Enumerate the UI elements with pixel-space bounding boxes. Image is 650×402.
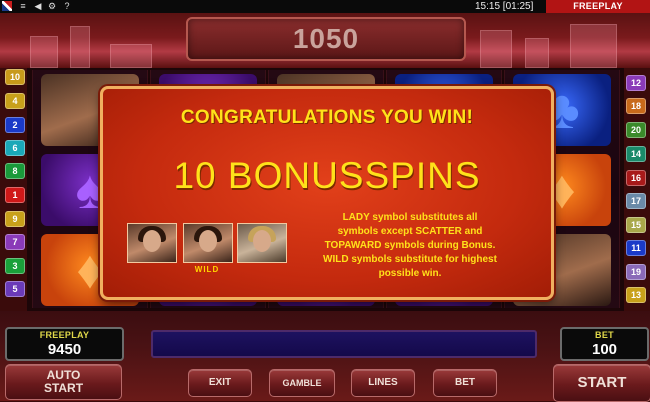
line-badge: 14 (626, 146, 646, 162)
bet-value: 100 (591, 341, 618, 358)
status-bar: ≡ ◀ ⚙ ? 15:15 [01:25] FREEPLAY (0, 0, 650, 13)
credit-value: 9450 (47, 341, 82, 358)
lines-button[interactable]: LINES (351, 369, 415, 397)
building-shape (480, 30, 512, 68)
building-shape (110, 44, 152, 68)
settings-icon[interactable]: ⚙ (47, 1, 57, 11)
uk-flag-icon[interactable] (2, 1, 12, 11)
win-display: 1050 (186, 17, 466, 61)
line-badge: 20 (626, 122, 646, 138)
description-line: LADY symbol substitutes all (342, 212, 478, 223)
bet-button[interactable]: BET (433, 369, 497, 397)
building-shape (70, 26, 90, 68)
win-amount: 1050 (292, 23, 360, 54)
description-line: possible win. (378, 268, 442, 279)
lady-thumbnail-1 (127, 223, 177, 263)
line-badge: 7 (5, 234, 25, 250)
gamble-button[interactable]: GAMBLE (269, 369, 335, 397)
face-shape (253, 230, 271, 252)
line-badge: 8 (5, 163, 25, 179)
credit-panel: FREEPLAY 9450 (5, 327, 124, 361)
speaker-icon[interactable]: ◀ (33, 1, 43, 11)
credit-label: FREEPLAY (39, 330, 90, 340)
building-shape (570, 24, 617, 68)
line-badge: 19 (626, 264, 646, 280)
line-badge: 13 (626, 287, 646, 303)
line-badge: 18 (626, 98, 646, 114)
description-line: WILD symbols substitute for highest (323, 254, 497, 265)
line-badge: 11 (626, 240, 646, 256)
line-badge: 4 (5, 93, 25, 109)
line-badge: 12 (626, 75, 646, 91)
bet-panel: BET 100 (560, 327, 649, 361)
line-badge: 5 (5, 281, 25, 297)
autostart-label-line: START (43, 381, 84, 395)
line-badge: 15 (626, 217, 646, 233)
lady-thumbnail-3 (237, 223, 287, 263)
message-bar (151, 330, 537, 358)
line-badge: 16 (626, 170, 646, 186)
bonus-description: LADY symbol substitutes all symbols exce… (291, 211, 529, 281)
wild-label: WILD (194, 265, 220, 274)
bet-label: BET (595, 330, 614, 340)
popup-title: CONGRATULATIONS YOU WIN! (180, 107, 474, 128)
line-badge: 2 (5, 117, 25, 133)
lady-thumbnail-wild (183, 223, 233, 263)
start-button[interactable]: START (553, 364, 650, 402)
description-line: TOPAWARD symbols during Bonus. (324, 240, 496, 251)
bonus-spins-text: 10 BONUSSPINS (173, 155, 481, 196)
line-badge: 10 (5, 69, 25, 85)
line-badge: 17 (626, 193, 646, 209)
description-line: symbols except SCATTER and (337, 226, 483, 237)
line-badge: 3 (5, 258, 25, 274)
line-badge: 6 (5, 140, 25, 156)
building-shape (525, 38, 549, 68)
exit-button[interactable]: EXIT (188, 369, 252, 397)
face-shape (199, 230, 217, 252)
menu-icon[interactable]: ≡ (18, 1, 28, 11)
help-icon[interactable]: ? (62, 1, 72, 11)
win-popup[interactable]: CONGRATULATIONS YOU WIN! 10 BONUSSPINS W… (100, 86, 554, 300)
clock: 15:15 [01:25] (475, 1, 534, 12)
line-badge: 9 (5, 211, 25, 227)
building-shape (30, 36, 58, 68)
line-badge: 1 (5, 187, 25, 203)
face-shape (143, 230, 161, 252)
autostart-button[interactable]: AUTO START (5, 364, 122, 400)
freeplay-badge: FREEPLAY (546, 0, 650, 13)
